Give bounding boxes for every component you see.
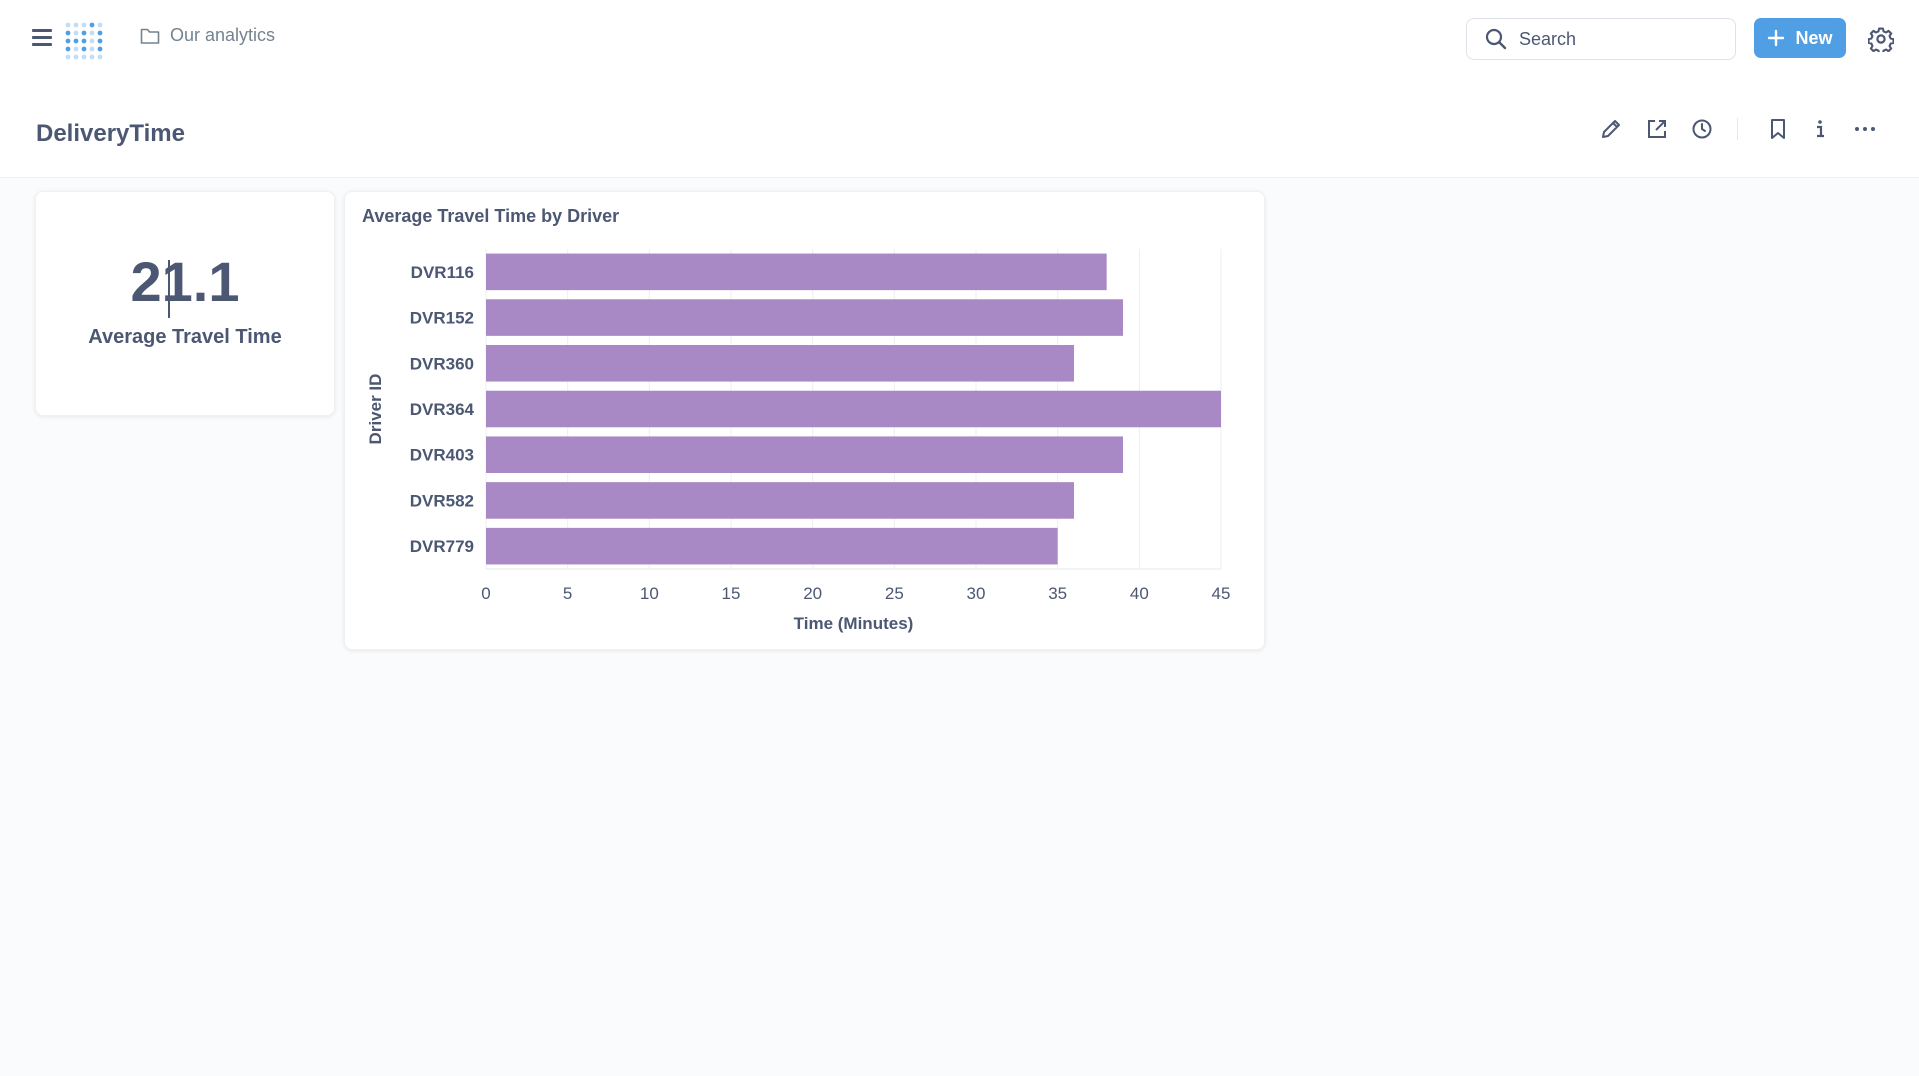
page-title[interactable]: DeliveryTime [36, 120, 185, 148]
x-axis-title: Time (Minutes) [794, 614, 914, 633]
bar-chart: 0 5 10 15 20 25 30 35 40 45 DVR116 DVR152 DVR360 DVR3… [366, 249, 1231, 633]
y-tick-label: DVR779 [410, 537, 474, 556]
bar-dvr360[interactable] [486, 345, 1074, 382]
header-divider [1737, 118, 1738, 140]
x-tick-label: 5 [563, 584, 572, 603]
new-button[interactable]: New [1754, 18, 1846, 58]
bookmark-icon[interactable] [1765, 116, 1791, 142]
search-icon [1485, 28, 1507, 50]
settings-gear-icon[interactable] [1868, 26, 1894, 52]
x-tick-label: 25 [885, 584, 904, 603]
y-tick-label: DVR152 [410, 309, 474, 328]
new-button-label: New [1795, 27, 1833, 48]
sidebar-toggle-icon[interactable] [32, 29, 52, 47]
search-input[interactable] [1519, 28, 1719, 50]
bar-dvr116[interactable] [486, 253, 1107, 291]
bar-chart-card[interactable]: 0 5 10 15 20 25 30 35 40 45 DVR116 DVR152 DVR360 DVR3… [344, 191, 1265, 650]
share-external-icon[interactable] [1644, 116, 1670, 142]
breadcrumb-label: Our analytics [170, 25, 276, 45]
bar-dvr152[interactable] [486, 299, 1123, 336]
x-tick-label: 35 [1048, 584, 1067, 603]
x-tick-label: 45 [1212, 584, 1231, 603]
scalar-label: Average Travel Time [88, 326, 282, 348]
x-tick-label: 15 [722, 584, 741, 603]
bar-dvr403[interactable] [486, 436, 1123, 473]
question-header: DeliveryTime [0, 78, 1919, 178]
bar-dvr779[interactable] [486, 527, 1058, 565]
more-options-icon[interactable] [1852, 116, 1878, 142]
y-axis-title: Driver ID [366, 374, 385, 445]
top-navigation-bar: Our analytics New [0, 0, 1919, 78]
scalar-value: 21.1 [130, 250, 240, 313]
edit-pencil-icon[interactable] [1598, 116, 1624, 142]
search-bar[interactable] [1466, 18, 1736, 60]
info-icon[interactable] [1807, 116, 1833, 142]
bar-dvr582[interactable] [486, 482, 1074, 519]
y-tick-label: DVR116 [411, 263, 474, 282]
x-tick-label: 40 [1130, 584, 1149, 603]
text-cursor [168, 260, 170, 318]
breadcrumb-collection[interactable]: Our analytics [140, 25, 275, 46]
bar-dvr364[interactable] [486, 390, 1221, 428]
chart-title: Average Travel Time by Driver [362, 206, 620, 226]
x-tick-label: 0 [481, 584, 490, 603]
y-tick-label: DVR360 [410, 354, 474, 373]
y-tick-label: DVR403 [410, 446, 474, 465]
x-tick-label: 10 [640, 584, 659, 603]
history-clock-icon[interactable] [1689, 116, 1715, 142]
y-tick-label: DVR364 [410, 400, 475, 419]
metabase-logo-icon[interactable] [62, 17, 106, 61]
plus-icon [1768, 29, 1785, 47]
scalar-card[interactable]: 21.1 Average Travel Time [35, 191, 335, 416]
folder-icon [140, 28, 160, 44]
x-tick-label: 20 [803, 584, 822, 603]
x-tick-label: 30 [967, 584, 986, 603]
y-tick-label: DVR582 [410, 491, 474, 510]
